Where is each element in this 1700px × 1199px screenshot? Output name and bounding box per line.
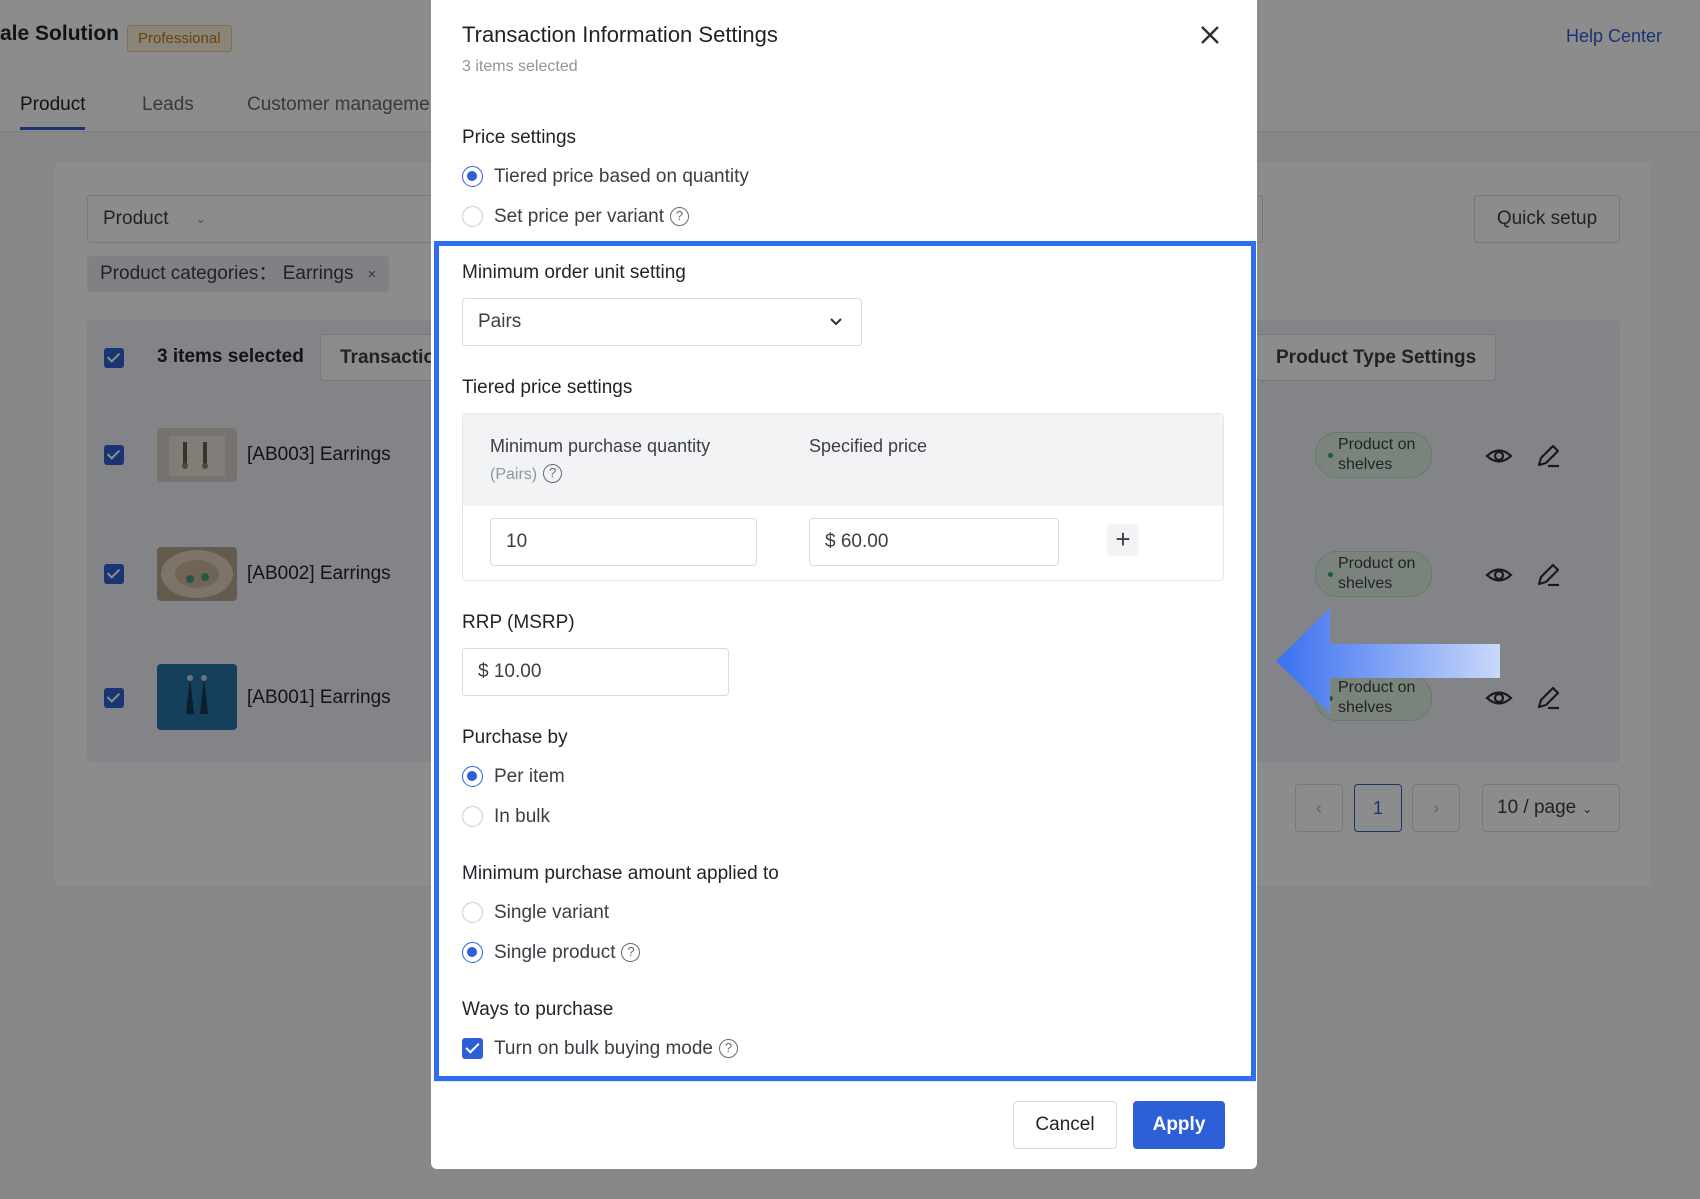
col-specified-price: Specified price [809, 436, 928, 456]
radio-label-wrap: Single product? [494, 942, 641, 964]
radio-button[interactable] [462, 902, 483, 923]
rrp-label: RRP (MSRP) [462, 612, 575, 633]
price-settings-label: Price settings [462, 127, 577, 148]
ways-to-purchase-label: Ways to purchase [462, 999, 614, 1020]
min-order-unit-label: Minimum order unit setting [462, 262, 686, 283]
radio-label: In bulk [494, 806, 550, 827]
bulk-buying-checkbox[interactable] [462, 1038, 483, 1059]
modal-title: Transaction Information Settings [462, 22, 778, 47]
purchase-by-label: Purchase by [462, 727, 568, 748]
tiered-price-header: Minimum purchase quantity (Pairs)? Speci… [463, 414, 1223, 506]
col-min-quantity: Minimum purchase quantity [490, 436, 711, 456]
tiered-price-table: Minimum purchase quantity (Pairs)? Speci… [462, 413, 1224, 581]
help-icon[interactable]: ? [718, 1039, 738, 1058]
min-order-unit-select[interactable]: Pairs [462, 298, 862, 346]
radio-button[interactable] [462, 806, 483, 827]
help-icon[interactable]: ? [543, 464, 563, 483]
checkbox-label: Turn on bulk buying mode [494, 1038, 713, 1059]
min-quantity-input[interactable]: 10 [490, 518, 757, 566]
rrp-input[interactable]: $ 10.00 [462, 648, 729, 696]
transaction-settings-modal: Transaction Information Settings 3 items… [431, 0, 1257, 1169]
help-icon[interactable]: ? [670, 207, 690, 226]
add-tier-button[interactable]: + [1107, 524, 1139, 556]
col-min-quantity-unit: (Pairs) [490, 466, 538, 483]
radio-label: Tiered price based on quantity [494, 166, 749, 187]
radio-label: Single product [494, 942, 616, 963]
apply-button[interactable]: Apply [1133, 1101, 1225, 1149]
tiered-price-label: Tiered price settings [462, 377, 633, 398]
radio-button[interactable] [462, 206, 483, 227]
select-value: Pairs [478, 311, 522, 332]
radio-label: Per item [494, 766, 565, 787]
col-min-quantity-unit-wrap: (Pairs)? [490, 464, 563, 484]
chevron-down-icon [830, 318, 842, 326]
checkbox-label-wrap: Turn on bulk buying mode? [494, 1038, 738, 1060]
help-icon[interactable]: ? [621, 943, 641, 962]
arrow-left-icon [1276, 608, 1500, 714]
cancel-button[interactable]: Cancel [1013, 1101, 1117, 1149]
radio-button[interactable] [462, 766, 483, 787]
close-icon[interactable] [1195, 20, 1225, 50]
min-amount-label: Minimum purchase amount applied to [462, 863, 779, 884]
radio-label: Set price per variant [494, 206, 665, 227]
radio-label-wrap: Set price per variant? [494, 206, 690, 228]
radio-label: Single variant [494, 902, 610, 923]
specified-price-input[interactable]: $ 60.00 [809, 518, 1059, 566]
footer-divider [431, 1081, 1257, 1082]
radio-button[interactable] [462, 942, 483, 963]
modal-subtitle: 3 items selected [462, 58, 578, 75]
radio-button[interactable] [462, 166, 483, 187]
